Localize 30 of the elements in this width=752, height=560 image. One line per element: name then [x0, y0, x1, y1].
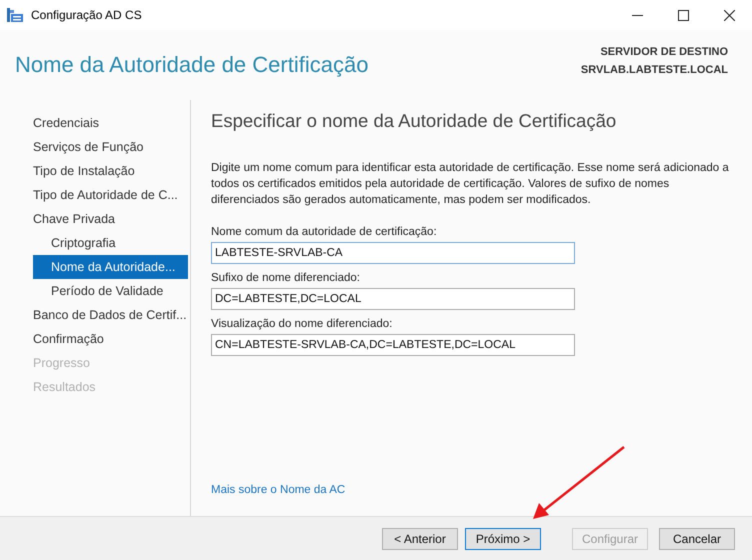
step-item[interactable]: Banco de Dados de Certif...	[33, 303, 188, 327]
step-item[interactable]: Tipo de Instalação	[33, 159, 188, 183]
step-item[interactable]: Período de Validade	[33, 279, 188, 303]
text-field[interactable]: DC=LABTESTE,DC=LOCAL	[211, 288, 575, 310]
help-link[interactable]: Mais sobre o Nome da AC	[211, 484, 752, 496]
step-item[interactable]: Criptografia	[33, 231, 188, 255]
field-label: Nome comum da autoridade de certificação:	[211, 226, 438, 238]
maximize-icon[interactable]	[678, 10, 689, 20]
field-label: Visualização do nome diferenciado:	[211, 318, 394, 330]
text-field[interactable]: LABTESTE-SRVLAB-CA	[211, 242, 575, 264]
section-heading: Especificar o nome da Autoridade de Certificação	[211, 110, 618, 132]
wizard-button[interactable]: Próximo >	[465, 528, 541, 550]
text-field[interactable]: CN=LABTESTE-SRVLAB-CA,DC=LABTESTE,DC=LOCAL	[211, 334, 575, 356]
field-label: Sufixo de nome diferenciado:	[211, 272, 361, 284]
wizard-button[interactable]: Cancelar	[659, 528, 735, 550]
close-icon[interactable]	[724, 10, 735, 20]
page-title: Nome da Autoridade de Certificação	[15, 52, 368, 78]
minimize-icon[interactable]	[632, 14, 643, 16]
description-text: Digite um nome comum para identificar esta autoridade de certificação. Esse nome será adicionado a todos os certificados emitidos pela autoridade de certificação. Valores de sufixo de nomes diferenciados são gerados automaticamente, mas podem ser modificados.	[211, 161, 730, 208]
step-item[interactable]: Tipo de Autoridade de C...	[33, 183, 188, 207]
app-icon	[7, 8, 23, 22]
server-name: SRVLAB.LABTESTE.LOCAL	[580, 64, 728, 76]
step-item[interactable]: Serviços de Função	[33, 135, 188, 159]
server-label: SERVIDOR DE DESTINO	[600, 46, 728, 58]
step-item[interactable]: Nome da Autoridade...	[33, 255, 188, 279]
wizard-button[interactable]: < Anterior	[382, 528, 458, 550]
step-item[interactable]: Chave Privada	[33, 207, 188, 231]
step-item[interactable]: Credenciais	[33, 111, 188, 135]
step-item[interactable]: Confirmação	[33, 327, 188, 351]
window-title: Configuração AD CS	[31, 8, 142, 22]
